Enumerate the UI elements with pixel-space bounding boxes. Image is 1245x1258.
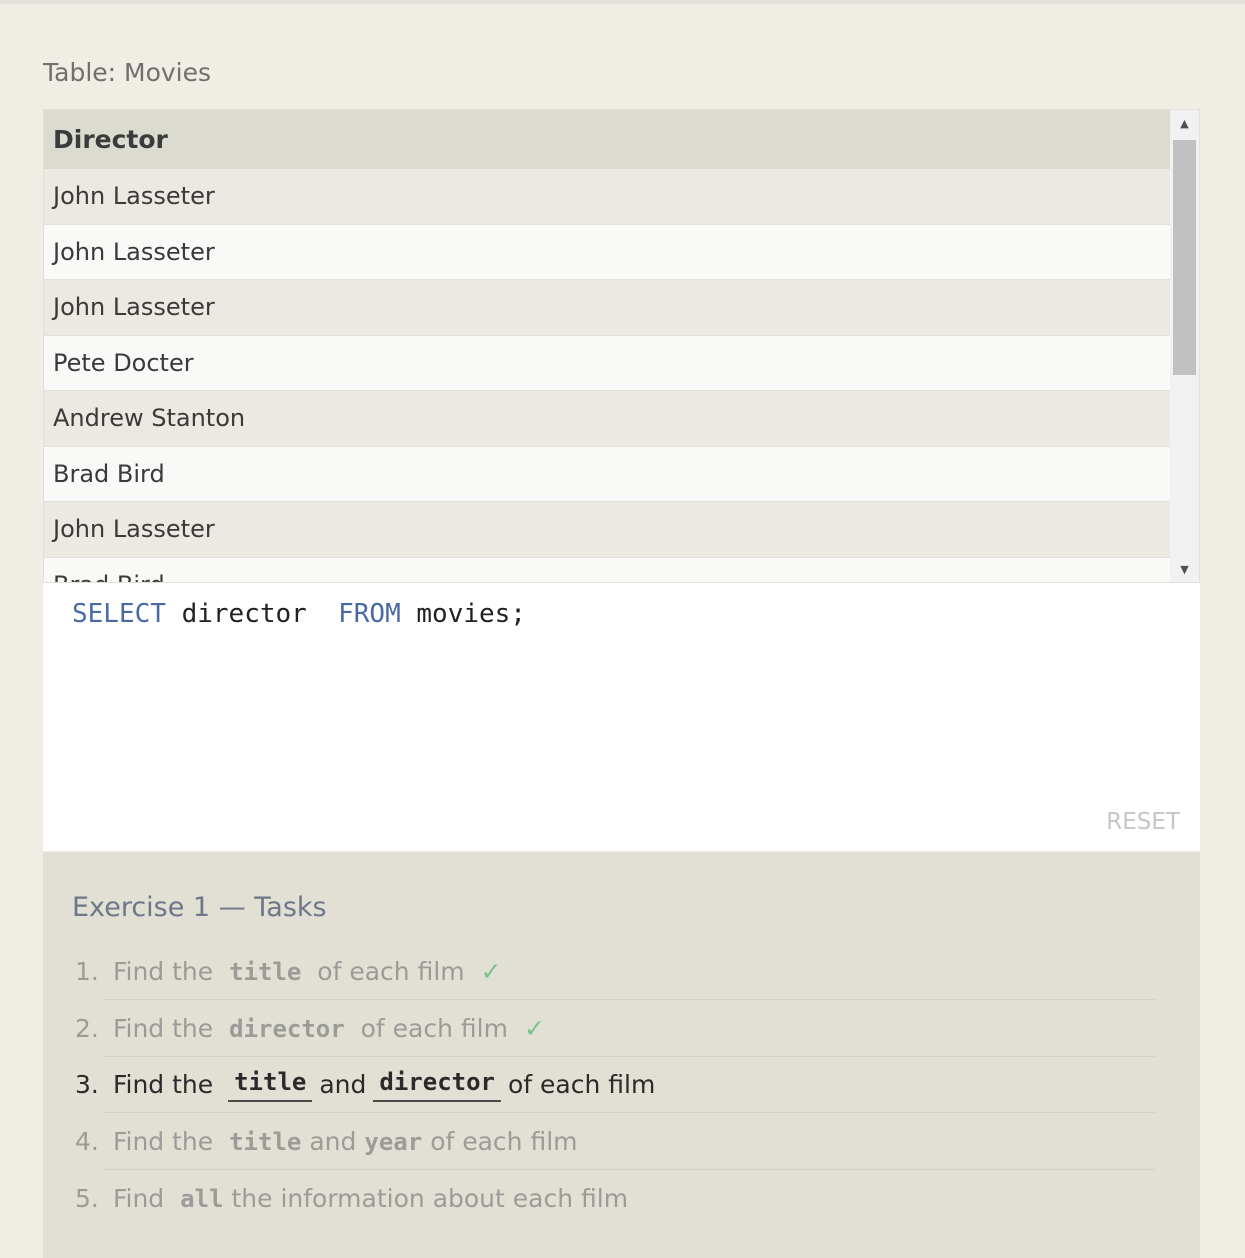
keyword-from: FROM [338,599,401,629]
column-header-director: Director [44,110,1171,169]
sql-query-text[interactable]: SELECT director FROM movies; [72,599,526,629]
task-text: Find the [105,1127,222,1156]
table-row: John Lasseter [44,502,1171,558]
checkmark-icon: ✓ [523,1014,545,1043]
table-row: Andrew Stanton [44,391,1171,447]
task-text: and [309,1127,357,1156]
table-row: John Lasseter [44,169,1171,225]
tasks-panel: Exercise 1 — Tasks 1. Find the title of … [43,852,1200,1258]
keyword-select: SELECT [72,599,166,629]
checkmark-icon: ✓ [480,957,502,986]
task-code-word: title [229,1127,302,1156]
task-text: Find [105,1184,173,1213]
task-item-5[interactable]: 5. Find all the information about each fi… [75,1170,1155,1227]
table-scrollbar[interactable]: ▲ ▼ [1170,110,1199,582]
sql-exercise-page: Table: Movies Director John Lasseter Joh… [0,0,1245,1258]
task-text: the information about each film [231,1184,629,1213]
task-number: 4. [75,1127,99,1156]
task-code-word: title [228,1068,313,1102]
task-item-1[interactable]: 1. Find the title of each film ✓ [75,943,1155,1000]
task-item-3[interactable]: 3. Find the title and director of each film [75,1056,1155,1113]
task-number: 1. [75,957,99,986]
table-row: Pete Docter [44,335,1171,391]
table-row: Brad Bird [44,557,1171,582]
task-code-word: all [180,1184,224,1213]
scroll-up-arrow-icon[interactable]: ▲ [1170,110,1199,136]
task-text: Find the [105,1014,222,1043]
table-row: John Lasseter [44,224,1171,280]
reset-button[interactable]: RESET [1106,809,1180,835]
sql-editor[interactable]: SELECT director FROM movies; RESET [43,583,1200,851]
results-table-body: Director John Lasseter John Lasseter Joh… [44,110,1171,582]
task-number: 3. [75,1070,99,1099]
task-text: of each film [507,1070,656,1099]
query-table: movies; [400,599,526,629]
task-text: and [319,1070,367,1099]
task-text: of each film [309,957,465,986]
results-table[interactable]: Director John Lasseter John Lasseter Joh… [43,109,1200,583]
query-column: director [165,599,339,629]
task-number: 5. [75,1184,99,1213]
scrollbar-thumb[interactable] [1173,140,1196,375]
task-text: of each film [430,1127,578,1156]
task-item-2[interactable]: 2. Find the director of each film ✓ [75,1000,1155,1057]
task-text: Find the [105,957,222,986]
table-row: Brad Bird [44,446,1171,502]
tasks-title: Exercise 1 — Tasks [72,892,327,923]
task-code-word: title [229,957,302,986]
task-number: 2. [75,1014,99,1043]
scroll-down-arrow-icon[interactable]: ▼ [1170,556,1199,582]
task-item-4[interactable]: 4. Find the title and year of each film [75,1113,1155,1170]
task-text: of each film [352,1014,508,1043]
task-text: Find the [105,1070,222,1099]
table-title: Table: Movies [43,58,212,87]
task-code-word: director [373,1068,501,1102]
table-row: John Lasseter [44,280,1171,336]
task-code-word: director [229,1014,345,1043]
task-code-word: year [364,1127,423,1156]
